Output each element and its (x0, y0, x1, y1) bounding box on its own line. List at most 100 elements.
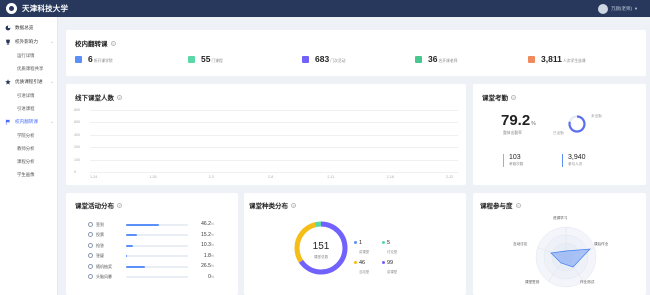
activity-icon (88, 242, 93, 248)
chevron-down-icon: ▼ (634, 6, 638, 11)
app-title: 天津科技大学 (22, 4, 69, 13)
chevron-up-icon: ^ (51, 39, 53, 45)
activity-icon (88, 274, 93, 279)
activity-icon (88, 232, 93, 237)
sidebar-item-overview[interactable]: 数据总览 (0, 21, 57, 35)
sidebar-item-import-courses[interactable]: 引进课程 (0, 102, 57, 115)
activity-bar (126, 244, 134, 247)
category-total-label: 课堂总数 (313, 255, 329, 259)
gridline (90, 159, 458, 161)
teacher-icon (415, 55, 422, 63)
sidebar-item-college-analysis[interactable]: 学院分析 (0, 129, 57, 142)
x-tick-label: 1-24 (90, 175, 98, 179)
activity-bar-track (126, 223, 188, 226)
radar-axis-label: 课堂签到 (525, 280, 540, 284)
legend-item: 99 讲课型 (382, 251, 397, 274)
info-icon[interactable]: ? (110, 40, 116, 46)
x-tick-label: 2-22 (446, 175, 454, 179)
info-icon[interactable]: ? (511, 94, 516, 100)
x-tick-label: 1-26 (149, 175, 157, 179)
sidebar-item-course-analysis[interactable]: 课程分析 (0, 155, 57, 168)
y-tick-label: 100 (74, 157, 80, 162)
category-legend: 1 讲课型 5 讨论型 46 互动型 99 讲课型 (354, 231, 414, 281)
attendance-rate-label: 整体出勤率 (503, 131, 522, 135)
line-chart: 800 600 400 200 100 0 1-24 1-26 2-3 2-8 2-11 2-16 2-… (66, 84, 466, 185)
attendance-rate: 79.2 (501, 112, 531, 129)
activity-label: 抢答 (96, 242, 104, 248)
activity-bar-track (126, 244, 188, 247)
activity-label: 投票 (96, 232, 104, 238)
activity-card: 课堂活动分布 ? 签到 46.2% 投票 15.2% 抢答 10.3% 答疑 1.8% 随机抽奖… (66, 193, 238, 295)
stat-students: 3,811 人次学生选课 (528, 54, 586, 64)
y-tick-label: 800 (74, 108, 80, 112)
pie-icon (5, 25, 11, 31)
gridline (90, 172, 458, 173)
book-icon (188, 55, 195, 63)
attendance-card: 课堂考勤 ? 79.2 % 整体出勤率 未出勤 已出勤 103 考勤次数 3,9… (473, 84, 646, 185)
chevron-up-icon: ^ (51, 119, 53, 125)
activity-percent: 15.2% (201, 231, 214, 238)
x-tick-label: 2-16 (386, 175, 394, 179)
legend-item: 46 互动型 (354, 251, 369, 274)
sidebar-item-import-details[interactable]: 引进详情 (0, 89, 57, 102)
activity-bar-track (126, 255, 188, 257)
radar-axis-label: 课后作业 (594, 242, 609, 246)
gridline (90, 134, 458, 136)
activity-label: 答疑 (96, 253, 104, 259)
top-bar: 天津科技大学 万颜(老师) ▼ (0, 0, 650, 17)
gridline (90, 147, 458, 149)
info-icon[interactable]: ? (515, 202, 521, 208)
avatar (598, 3, 609, 14)
activity-bar (126, 234, 137, 236)
ring-label-absent: 未出勤 (591, 114, 602, 118)
category-total: 151 (312, 241, 330, 252)
card-title: 课堂考勤 (482, 95, 508, 102)
y-tick-label: 400 (74, 132, 80, 137)
sidebar-item-course-share[interactable]: 优质课程共享 (0, 62, 57, 75)
activity-label: 头脑风暴 (96, 274, 112, 280)
user-menu[interactable]: 万颜(老师) ▼ (598, 3, 638, 14)
gridline (90, 110, 458, 111)
activity-percent: 1.8% (203, 252, 214, 259)
activity-bar (126, 265, 145, 268)
activity-bar (126, 223, 159, 226)
activity-icon (88, 221, 93, 227)
activity-percent: 0% (208, 273, 214, 280)
offline-chart-card: 线下课堂人数 ? 800 600 400 200 100 0 1-24 1-26 2-3 2-8 2… (66, 84, 466, 185)
activity-percent: 26.5% (201, 263, 214, 269)
stat-courses: 55 门课程 (188, 54, 223, 64)
participation-card: 课程参与度 ? 资源学习 课后作业 作业测试 课堂签到 互动讨论 (473, 193, 646, 295)
activity-bar-track (126, 276, 188, 278)
info-icon[interactable]: ? (291, 202, 296, 208)
sidebar: 数据总览 校外影响力 ^ 运行详情 优质课程共享 优质课程引进 ^ 引进详情 引… (0, 17, 58, 295)
flip-summary-card: 校内翻转课 ? 6 所开课学院 55 门课程 683 门次活动 36 名开课老师… (66, 30, 646, 76)
activity-bar (126, 255, 128, 257)
stat-teachers: 36 名开课老师 (415, 54, 457, 64)
radar-axis-label: 作业测试 (580, 280, 595, 284)
y-tick-label: 200 (74, 145, 80, 150)
gridline (90, 122, 458, 124)
activity-list: 签到 46.2% 投票 15.2% 抢答 10.3% 答疑 1.8% 随机抽奖 26.5% 头脑风暴… (66, 193, 238, 295)
trophy-icon (6, 39, 10, 45)
sidebar-item-flip[interactable]: 校内翻转课 ^ (0, 115, 57, 129)
x-tick-label: 2-8 (268, 175, 274, 179)
category-card: 课堂种类分布 ? 151 课堂总数 1 讲课型 5 讨论型 46 互动型 99 … (244, 193, 466, 295)
stat-colleges: 6 所开课学院 (75, 54, 113, 64)
chevron-up-icon: ^ (51, 79, 53, 85)
sidebar-item-teacher-analysis[interactable]: 教师分析 (0, 142, 57, 155)
activity-icon (88, 263, 93, 269)
y-tick-label: 0 (74, 170, 76, 174)
card-title: 课堂种类分布 (249, 203, 288, 210)
sidebar-item-run-details[interactable]: 运行详情 (0, 49, 57, 62)
sidebar-item-import[interactable]: 优质课程引进 ^ (0, 75, 57, 89)
org-chart-icon (75, 55, 82, 63)
student-icon (528, 55, 535, 63)
activity-percent: 46.2% (201, 221, 214, 227)
sidebar-item-external[interactable]: 校外影响力 ^ (0, 35, 57, 49)
user-name: 万颜(老师) (611, 5, 633, 11)
activity-label: 随机抽奖 (96, 263, 112, 269)
sidebar-item-student-profile[interactable]: 学生画像 (0, 168, 57, 181)
radar-axis-label: 资源学习 (553, 216, 568, 220)
activity-bar-track (126, 234, 188, 236)
activity-bar-track (126, 265, 188, 268)
